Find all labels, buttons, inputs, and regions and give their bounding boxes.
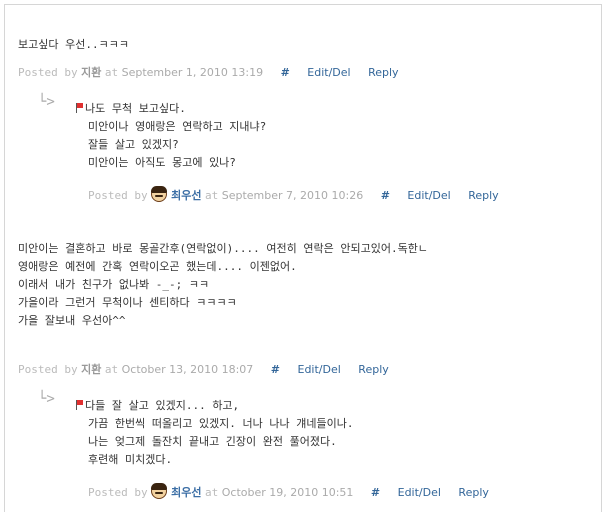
reply-text: 미안이는 아직도 몽고에 있나?: [88, 156, 236, 169]
reply-text: 다들 잘 살고 있겠지... 하고,: [85, 399, 240, 412]
reply-text: 잘들 살고 있겠지?: [88, 138, 179, 151]
comment-text: 가을 잘보내 우선아^^: [18, 314, 126, 327]
comment-text: 이래서 내가 친구가 없나봐 -_-; ㅋㅋ: [18, 278, 210, 291]
reply-text: 후련해 미치겠다.: [88, 453, 173, 466]
posted-by-label: Posted by: [18, 66, 78, 79]
at-label: at: [104, 66, 119, 79]
comment-meta: Posted by 지환 at September 1, 2010 13:19 …: [18, 65, 399, 81]
reply-text: 나도 무척 보고싶다.: [85, 102, 186, 115]
reply-arrow-icon: └>: [38, 94, 55, 110]
reply-comment: 다들 잘 살고 있겠지... 하고, 가끔 한번씩 떠올리고 있겠지. 너나 나…: [75, 397, 354, 469]
comment-text: 가을이라 그런거 무척이나 센티하다 ㅋㅋㅋㅋ: [18, 296, 237, 309]
comment-date: September 1, 2010 13:19: [121, 66, 264, 79]
edit-del-link[interactable]: Edit/Del: [407, 189, 450, 202]
reply-text: 미안이나 영애랑은 연락하고 지내냐?: [88, 120, 267, 133]
reply-arrow-icon: └>: [38, 391, 55, 407]
permalink-link[interactable]: #: [271, 363, 280, 376]
posted-by-label: Posted by: [18, 363, 78, 376]
flag-icon: [75, 103, 83, 113]
comment-text: 보고싶다 우선..ㅋㅋㅋ: [18, 38, 129, 51]
avatar-icon: [151, 186, 168, 202]
comment-text: 미안이는 결혼하고 바로 몽골간후(연락없이).... 여전히 연락은 안되고있…: [18, 242, 428, 255]
permalink-link[interactable]: #: [281, 66, 290, 79]
edit-del-link[interactable]: Edit/Del: [298, 363, 341, 376]
reply-text: 가끔 한번씩 떠올리고 있겠지. 너나 나나 걔네들이나.: [88, 417, 354, 430]
reply-meta: Posted by 최우선 at September 7, 2010 10:26…: [88, 186, 499, 202]
reply-comment: 나도 무척 보고싶다. 미안이나 영애랑은 연락하고 지내냐? 잘들 살고 있겠…: [75, 100, 266, 172]
edit-del-link[interactable]: Edit/Del: [307, 66, 350, 79]
reply-date: September 7, 2010 10:26: [221, 189, 364, 202]
permalink-link[interactable]: #: [371, 486, 380, 499]
posted-by-label: Posted by: [88, 486, 148, 499]
reply-author[interactable]: 최우선: [171, 486, 201, 499]
reply-author[interactable]: 최우선: [171, 189, 201, 202]
comment-text: 영애랑은 예전에 간혹 연락이오곤 했는데.... 이젠없어.: [18, 260, 297, 273]
comment-author[interactable]: 지환: [81, 66, 101, 79]
avatar-icon: [151, 483, 168, 499]
reply-meta: Posted by 최우선 at October 19, 2010 10:51 …: [88, 483, 489, 499]
reply-link[interactable]: Reply: [368, 66, 398, 79]
comment-meta: Posted by 지환 at October 13, 2010 18:07 #…: [18, 362, 389, 378]
at-label: at: [204, 189, 219, 202]
comment-author[interactable]: 지환: [81, 363, 101, 376]
posted-by-label: Posted by: [88, 189, 148, 202]
flag-icon: [75, 400, 83, 410]
comment-date: October 13, 2010 18:07: [121, 363, 254, 376]
reply-text: 나는 엊그제 돌잔치 끝내고 긴장이 완전 풀어졌다.: [88, 435, 337, 448]
comment: 미안이는 결혼하고 바로 몽골간후(연락없이).... 여전히 연락은 안되고있…: [18, 240, 428, 330]
permalink-link[interactable]: #: [381, 189, 390, 202]
edit-del-link[interactable]: Edit/Del: [398, 486, 441, 499]
reply-date: October 19, 2010 10:51: [221, 486, 354, 499]
comment: 보고싶다 우선..ㅋㅋㅋ: [18, 36, 129, 54]
reply-link[interactable]: Reply: [358, 363, 388, 376]
at-label: at: [104, 363, 119, 376]
reply-link[interactable]: Reply: [458, 486, 488, 499]
reply-link[interactable]: Reply: [468, 189, 498, 202]
at-label: at: [204, 486, 219, 499]
